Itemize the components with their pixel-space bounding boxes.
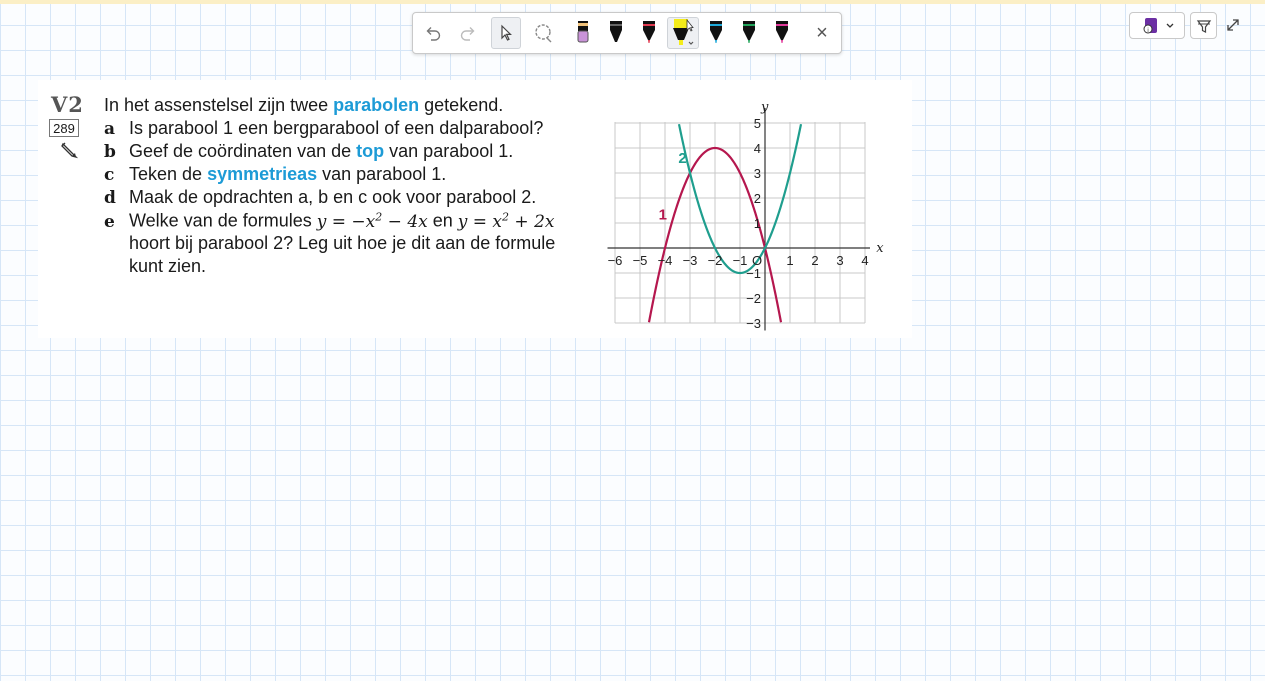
blue-pen-icon[interactable] xyxy=(701,17,731,49)
undo-icon[interactable] xyxy=(418,17,448,49)
question-e: e Welke van de formules y = −x2 − 4x en y… xyxy=(104,210,554,232)
close-icon: × xyxy=(816,21,828,44)
exercise-number[interactable]: 289 xyxy=(49,119,79,137)
question-letter: a xyxy=(104,119,116,139)
formula-1: y = −x2 − 4x xyxy=(316,210,428,232)
question-text-mid: en xyxy=(427,210,458,231)
redo-icon[interactable] xyxy=(453,17,483,49)
x-tick-label: −5 xyxy=(633,253,648,268)
lasso-icon[interactable] xyxy=(529,17,559,49)
x-tick-label: 1 xyxy=(786,253,793,268)
pencil-icon[interactable] xyxy=(60,140,80,165)
formula-2: y = x2 + 2x xyxy=(457,210,555,232)
y-axis-label: y xyxy=(760,100,769,115)
formula-2-exp: 2 xyxy=(502,210,510,223)
red-pen-icon[interactable] xyxy=(634,17,664,49)
expand-button[interactable] xyxy=(1224,16,1242,34)
formula-1-rest: − 4x xyxy=(382,211,428,232)
green-pen-icon[interactable] xyxy=(734,17,764,49)
intro-before: In het assenstelsel zijn twee xyxy=(104,95,334,115)
top-stripe xyxy=(0,0,1265,4)
question-c: c Teken de symmetrieas van parabool 1. xyxy=(104,164,446,185)
x-tick-label: 3 xyxy=(836,253,843,268)
intro-after: getekend. xyxy=(419,95,504,115)
formula-2-base: y = x xyxy=(457,211,503,232)
parabola-1-label: 1 xyxy=(659,207,667,224)
y-tick-label: −3 xyxy=(746,316,761,331)
parabola-graph: xy−6 −5 −4 −3 −2 −1 O 1 2 3 454321−1−2−312 xyxy=(607,100,884,331)
question-highlight: top xyxy=(356,141,385,161)
question-d: d Maak de opdrachten a, b en c ook voor p… xyxy=(104,187,536,208)
question-text: Geef de coördinaten van de xyxy=(129,141,357,161)
formula-2-rest: + 2x xyxy=(509,211,555,232)
x-tick-label: −3 xyxy=(683,253,698,268)
audio-menu-button[interactable]: i xyxy=(1129,12,1185,39)
y-tick-label: 4 xyxy=(754,141,761,156)
question-a: a Is parabool 1 een bergparabool of een d… xyxy=(104,118,543,139)
drawing-toolbar: × xyxy=(412,12,842,54)
question-b: b Geef de coördinaten van de top van para… xyxy=(104,141,513,162)
close-toolbar-button[interactable]: × xyxy=(807,17,837,49)
question-text: Welke van de formules xyxy=(129,210,317,231)
question-text-end: van parabool 1. xyxy=(317,164,447,184)
y-tick-label: −2 xyxy=(746,291,761,306)
question-highlight: symmetrieas xyxy=(207,164,318,184)
y-tick-label: 5 xyxy=(754,116,761,131)
x-tick-label: −4 xyxy=(658,253,673,268)
question-text: Teken de xyxy=(129,164,208,184)
filter-button[interactable] xyxy=(1190,12,1217,39)
parabola-2-label: 2 xyxy=(678,150,686,167)
eraser-marker-icon[interactable] xyxy=(568,17,598,49)
question-letter: d xyxy=(104,188,116,208)
question-text-end: van parabool 1. xyxy=(384,141,514,161)
expand-icon xyxy=(1227,19,1239,31)
exercise-id: V2 xyxy=(51,92,84,117)
question-text: Maak de opdrachten a, b en c ook voor pa… xyxy=(129,187,537,207)
question-letter: c xyxy=(104,165,115,185)
y-tick-label: 3 xyxy=(754,166,761,181)
svg-text:i: i xyxy=(1147,28,1148,34)
y-tick-label: 2 xyxy=(754,191,761,206)
question-e-line3: kunt zien. xyxy=(129,256,207,276)
y-tick-label: −1 xyxy=(746,266,761,281)
x-tick-label: 2 xyxy=(811,253,818,268)
question-text: Is parabool 1 een bergparabool of een da… xyxy=(129,118,544,138)
question-e-line2: hoort bij parabool 2? Leg uit hoe je dit… xyxy=(129,233,556,253)
intro-text: In het assenstelsel zijn twee parabolen … xyxy=(104,95,503,116)
y-tick-label: 1 xyxy=(754,216,761,231)
intro-highlight: parabolen xyxy=(333,95,420,115)
formula-1-base: y = −x xyxy=(316,211,376,232)
x-tick-label: −2 xyxy=(708,253,723,268)
x-tick-label: −6 xyxy=(608,253,623,268)
yellow-highlighter-icon[interactable] xyxy=(667,17,699,49)
question-letter: e xyxy=(104,211,115,232)
black-pen-icon[interactable] xyxy=(601,17,631,49)
filter-icon xyxy=(1196,19,1211,33)
x-tick-label: 4 xyxy=(861,253,868,268)
audio-book-icon: i xyxy=(1143,17,1174,34)
x-axis-label: x xyxy=(876,241,884,256)
pointer-icon[interactable] xyxy=(491,17,521,49)
pink-pen-icon[interactable] xyxy=(767,17,797,49)
question-letter: b xyxy=(104,142,116,162)
